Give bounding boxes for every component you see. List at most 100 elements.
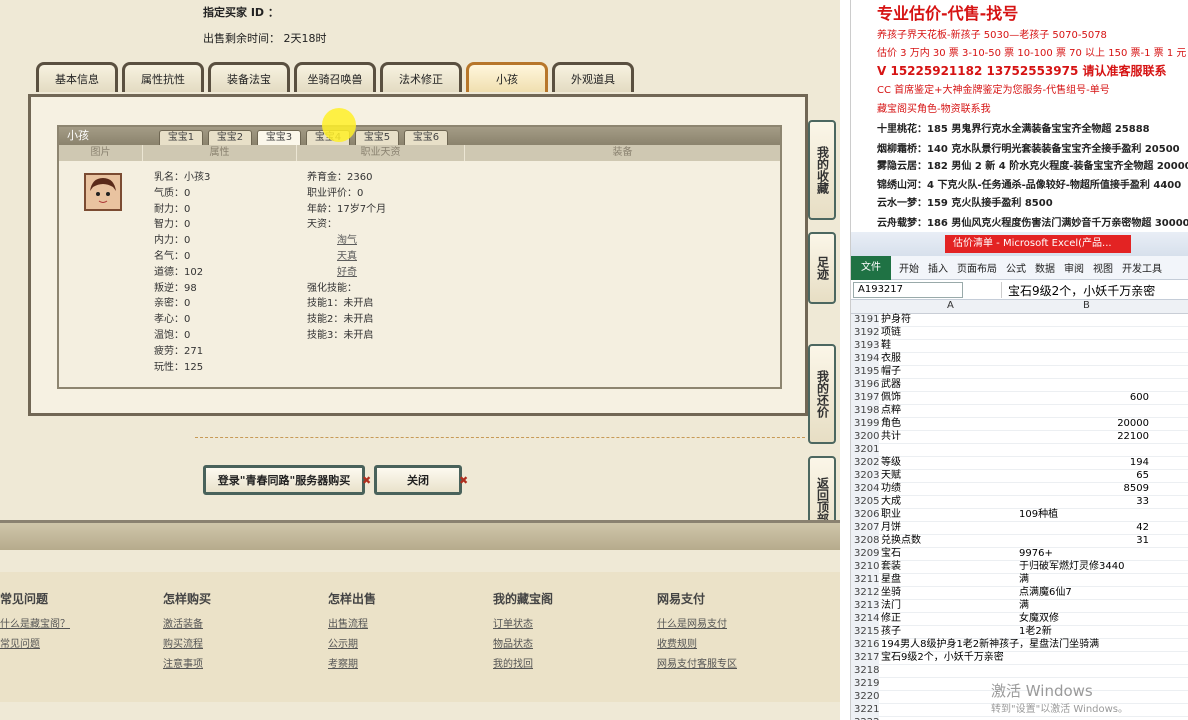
cell-b[interactable]: 8509	[1019, 483, 1149, 496]
tab-0[interactable]: 基本信息	[36, 62, 118, 92]
ribbon-tab[interactable]: 页面布局	[957, 260, 997, 275]
row-number[interactable]: 3199	[851, 418, 879, 431]
row-number[interactable]: 3215	[851, 626, 879, 639]
cell-b[interactable]: 33	[1019, 496, 1149, 509]
cell-a[interactable]: 佩饰	[881, 392, 901, 405]
cell-a[interactable]: 宝石9级2个，小妖千万亲密	[881, 652, 1004, 665]
baby-tab-1[interactable]: 宝宝1	[159, 130, 203, 145]
row-number[interactable]: 3191	[851, 314, 879, 327]
cell-a[interactable]: 大成	[881, 496, 901, 509]
row-number[interactable]: 3197	[851, 392, 879, 405]
cell-b[interactable]: 点满魔6仙7	[1019, 587, 1149, 600]
cell-b[interactable]: 65	[1019, 470, 1149, 483]
row-number[interactable]: 3193	[851, 340, 879, 353]
talent-link[interactable]: 天真	[337, 249, 386, 265]
footer-link[interactable]: 考察期	[328, 655, 376, 675]
close-button[interactable]: 关闭	[374, 465, 462, 495]
footer-link[interactable]: 网易支付客服专区	[657, 655, 737, 675]
baby-tab-6[interactable]: 宝宝6	[404, 130, 448, 145]
footer-link[interactable]: 公示期	[328, 635, 376, 655]
footer-link[interactable]: 收费规则	[657, 635, 737, 655]
row-number[interactable]: 3207	[851, 522, 879, 535]
row-number[interactable]: 3213	[851, 600, 879, 613]
cell-a[interactable]: 坐骑	[881, 587, 901, 600]
cell-a[interactable]: 点粹	[881, 405, 901, 418]
cell-a[interactable]: 孩子	[881, 626, 901, 639]
row-number[interactable]: 3208	[851, 535, 879, 548]
name-box[interactable]: A193217	[853, 281, 963, 298]
side-button-1[interactable]: 足迹	[808, 232, 836, 304]
cell-a[interactable]: 天赋	[881, 470, 901, 483]
cell-a[interactable]: 兑换点数	[881, 535, 921, 548]
cell-b[interactable]: 20000	[1019, 418, 1149, 431]
cell-a[interactable]: 项链	[881, 327, 901, 340]
row-number[interactable]: 3196	[851, 379, 879, 392]
cell-a[interactable]: 功绩	[881, 483, 901, 496]
tab-2[interactable]: 装备法宝	[208, 62, 290, 92]
row-number[interactable]: 3205	[851, 496, 879, 509]
cell-a[interactable]: 宝石	[881, 548, 901, 561]
buy-button[interactable]: 登录"青春同路"服务器购买	[203, 465, 365, 495]
cell-a[interactable]: 等级	[881, 457, 901, 470]
cell-a[interactable]: 角色	[881, 418, 901, 431]
footer-link[interactable]: 激活装备	[163, 615, 211, 635]
ribbon-tab[interactable]: 插入	[928, 260, 948, 275]
footer-link[interactable]: 我的找回	[493, 655, 553, 675]
row-number[interactable]: 3209	[851, 548, 879, 561]
footer-link[interactable]: 物品状态	[493, 635, 553, 655]
col-b-header[interactable]: B	[1083, 300, 1090, 311]
row-number[interactable]: 3210	[851, 561, 879, 574]
cell-b[interactable]: 109种植	[1019, 509, 1149, 522]
footer-link[interactable]: 什么是网易支付	[657, 615, 737, 635]
cell-b[interactable]: 满	[1019, 574, 1149, 587]
cell-b[interactable]: 9976+	[1019, 548, 1149, 561]
row-number[interactable]: 3216	[851, 639, 879, 652]
row-number[interactable]: 3192	[851, 327, 879, 340]
ribbon-tab[interactable]: 审阅	[1064, 260, 1084, 275]
cell-b[interactable]: 女魔双修	[1019, 613, 1149, 626]
ribbon-tab[interactable]: 视图	[1093, 260, 1113, 275]
row-number[interactable]: 3200	[851, 431, 879, 444]
footer-link[interactable]: 订单状态	[493, 615, 553, 635]
footer-link[interactable]: 常见问题	[0, 635, 70, 655]
cell-a[interactable]: 鞋	[881, 340, 891, 353]
row-number[interactable]: 3214	[851, 613, 879, 626]
row-number[interactable]: 3201	[851, 444, 879, 457]
row-number[interactable]: 3221	[851, 704, 879, 717]
side-button-2[interactable]: 我的还价	[808, 344, 836, 444]
cell-a[interactable]: 法门	[881, 600, 901, 613]
tab-6[interactable]: 外观道具	[552, 62, 634, 92]
footer-link[interactable]: 注意事项	[163, 655, 211, 675]
cell-b[interactable]: 于归破军燃灯灵修3440	[1019, 561, 1149, 574]
row-number[interactable]: 3204	[851, 483, 879, 496]
tab-4[interactable]: 法术修正	[380, 62, 462, 92]
cell-a[interactable]: 武器	[881, 379, 901, 392]
row-number[interactable]: 3195	[851, 366, 879, 379]
footer-link[interactable]: 什么是藏宝阁？	[0, 615, 70, 635]
cell-b[interactable]: 194	[1019, 457, 1149, 470]
row-number[interactable]: 3220	[851, 691, 879, 704]
cell-a[interactable]: 194男人8级护身1老2新神孩子，星盘法门坐骑满	[881, 639, 1099, 652]
cell-a[interactable]: 职业	[881, 509, 901, 522]
ribbon-tab[interactable]: 文件	[851, 255, 891, 280]
cell-a[interactable]: 修正	[881, 613, 901, 626]
row-number[interactable]: 3203	[851, 470, 879, 483]
tab-1[interactable]: 属性抗性	[122, 62, 204, 92]
row-number[interactable]: 3219	[851, 678, 879, 691]
cell-b[interactable]: 42	[1019, 522, 1149, 535]
baby-tab-2[interactable]: 宝宝2	[208, 130, 252, 145]
talent-link[interactable]: 淘气	[337, 233, 386, 249]
cell-a[interactable]: 月饼	[881, 522, 901, 535]
side-button-0[interactable]: 我的收藏	[808, 120, 836, 220]
cell-a[interactable]: 衣服	[881, 353, 901, 366]
formula-input[interactable]: 宝石9级2个，小妖千万亲密	[1001, 281, 1155, 298]
cell-a[interactable]: 套装	[881, 561, 901, 574]
row-number[interactable]: 3206	[851, 509, 879, 522]
cell-b[interactable]: 31	[1019, 535, 1149, 548]
baby-tab-3[interactable]: 宝宝3	[257, 130, 301, 145]
cell-a[interactable]: 星盘	[881, 574, 901, 587]
cell-b[interactable]: 1老2新	[1019, 626, 1149, 639]
cell-a[interactable]: 帽子	[881, 366, 901, 379]
baby-tab-5[interactable]: 宝宝5	[355, 130, 399, 145]
row-number[interactable]: 3198	[851, 405, 879, 418]
